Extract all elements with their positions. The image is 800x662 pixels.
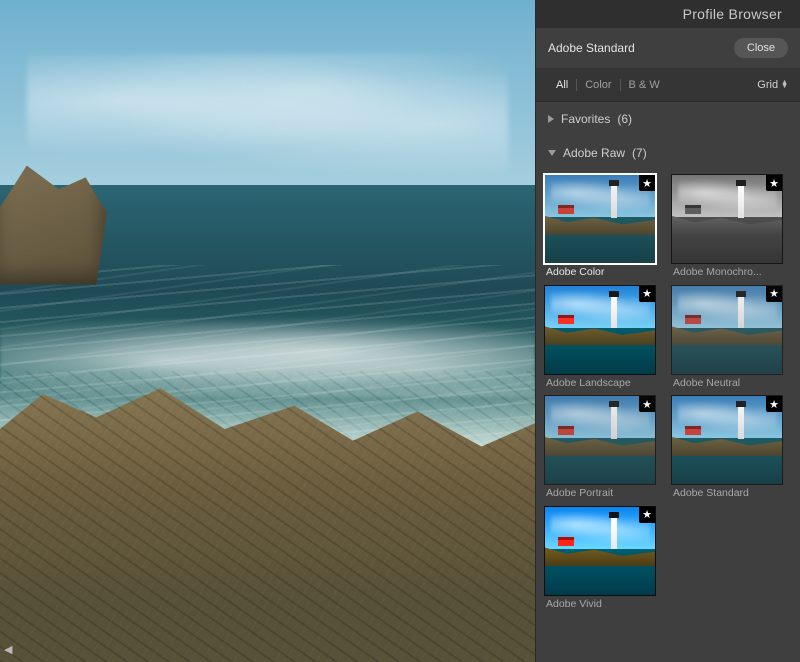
profile-label: Adobe Neutral: [671, 378, 792, 390]
profile-header-bar: Adobe Standard Close: [536, 28, 800, 69]
profile-tile[interactable]: ★ Adobe Neutral: [671, 285, 792, 390]
favorite-star-icon[interactable]: ★: [639, 507, 655, 523]
image-preview[interactable]: ◀: [0, 0, 535, 662]
current-profile-name: Adobe Standard: [548, 41, 635, 55]
favorite-star-icon[interactable]: ★: [639, 175, 655, 191]
profile-thumbnail[interactable]: ★: [544, 395, 656, 485]
favorite-star-icon[interactable]: ★: [639, 286, 655, 302]
favorites-label: Favorites: [561, 112, 610, 126]
profile-label: Adobe Portrait: [544, 488, 665, 500]
profile-label: Adobe Landscape: [544, 378, 665, 390]
tab-color[interactable]: Color: [577, 77, 619, 93]
adobe-raw-count: (7): [632, 146, 647, 160]
profile-label: Adobe Vivid: [544, 599, 665, 611]
tab-all[interactable]: All: [548, 77, 576, 93]
view-mode-label: Grid: [757, 79, 778, 91]
favorite-star-icon[interactable]: ★: [766, 396, 782, 412]
profile-thumbnail[interactable]: ★: [544, 174, 656, 264]
favorite-star-icon[interactable]: ★: [766, 175, 782, 191]
updown-icon: ▲▼: [781, 81, 788, 89]
preview-clouds: [27, 53, 509, 172]
expand-panel-icon[interactable]: ◀: [4, 643, 12, 656]
profile-tile[interactable]: ★ Adobe Vivid: [544, 506, 665, 611]
tab-bw[interactable]: B & W: [621, 77, 668, 93]
view-mode-toggle[interactable]: Grid ▲▼: [757, 79, 788, 91]
profile-tile[interactable]: ★ Adobe Portrait: [544, 395, 665, 500]
profile-thumbnail[interactable]: ★: [671, 285, 783, 375]
profile-thumbnail[interactable]: ★: [671, 395, 783, 485]
chevron-down-icon: [548, 150, 556, 156]
favorite-star-icon[interactable]: ★: [639, 396, 655, 412]
close-button[interactable]: Close: [734, 38, 788, 58]
profile-tile[interactable]: ★ Adobe Monochro...: [671, 174, 792, 279]
profile-thumbnail[interactable]: ★: [671, 174, 783, 264]
profile-label: Adobe Monochro...: [671, 267, 792, 279]
preview-rocks-texture: [0, 371, 535, 662]
profile-tile[interactable]: ★ Adobe Standard: [671, 395, 792, 500]
section-adobe-raw[interactable]: Adobe Raw (7): [536, 136, 800, 170]
profile-label: Adobe Standard: [671, 488, 792, 500]
profile-label: Adobe Color: [544, 267, 665, 279]
profile-tile[interactable]: ★ Adobe Landscape: [544, 285, 665, 390]
profile-tile[interactable]: ★ Adobe Color: [544, 174, 665, 279]
adobe-raw-label: Adobe Raw: [563, 146, 625, 160]
favorite-star-icon[interactable]: ★: [766, 286, 782, 302]
section-favorites[interactable]: Favorites (6): [536, 102, 800, 136]
chevron-right-icon: [548, 115, 554, 123]
profile-browser-panel: Profile Browser Adobe Standard Close All…: [535, 0, 800, 662]
profile-grid: ★ Adobe Color ★ Adobe Monochro... ★ Adobe Lan…: [536, 170, 800, 620]
profile-thumbnail[interactable]: ★: [544, 285, 656, 375]
favorites-count: (6): [617, 112, 632, 126]
filter-bar: All Color B & W Grid ▲▼: [536, 69, 800, 102]
app-root: ◀ Profile Browser Adobe Standard Close A…: [0, 0, 800, 662]
panel-title: Profile Browser: [536, 0, 800, 28]
profile-thumbnail[interactable]: ★: [544, 506, 656, 596]
